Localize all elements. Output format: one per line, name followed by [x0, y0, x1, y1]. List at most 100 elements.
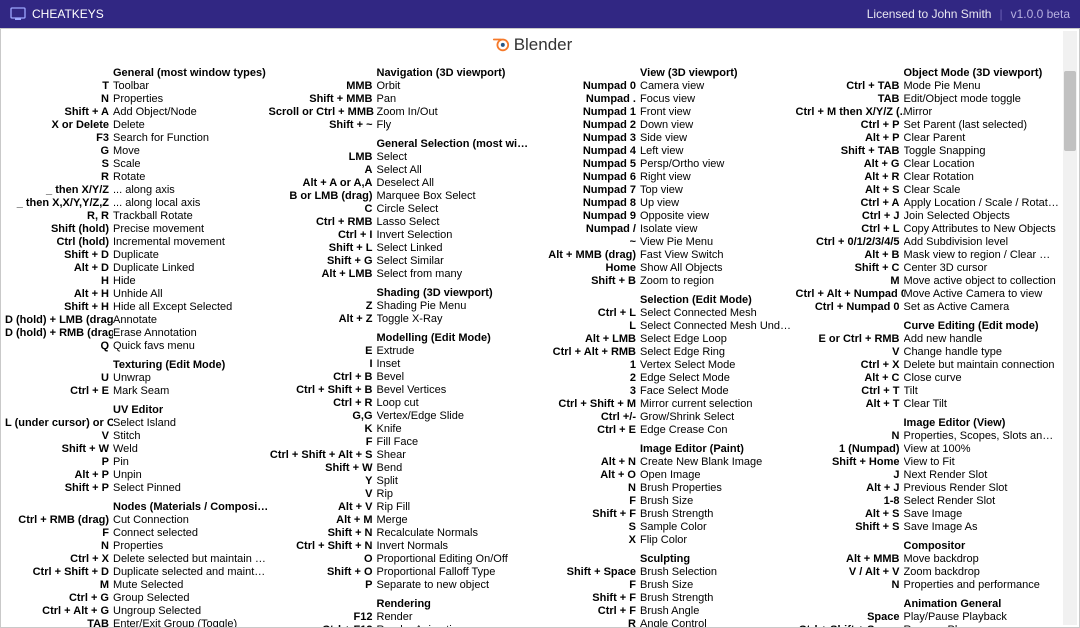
- scrollbar-thumb[interactable]: [1064, 71, 1076, 151]
- shortcut-row: _ then X,X/Y,Y/Z,Z... along local axis: [5, 197, 269, 210]
- column: Navigation (3D viewport)MMBOrbitShift + …: [269, 61, 533, 628]
- shortcut-row: OProportional Editing On/Off: [269, 553, 533, 566]
- shortcut-key: Shift + F: [532, 508, 640, 521]
- shortcut-row: Ctrl + IInvert Selection: [269, 229, 533, 242]
- shortcut-row: Alt + SSave Image: [796, 508, 1060, 521]
- shortcut-row: Ctrl + TABMode Pie Menu: [796, 80, 1060, 93]
- shortcut-description: Toggle Snapping: [904, 145, 1060, 158]
- shortcut-description: Previous Render Slot: [904, 482, 1060, 495]
- shortcut-row: NBrush Properties: [532, 482, 796, 495]
- shortcut-row: Ctrl + Alt + RMBSelect Edge Ring: [532, 346, 796, 359]
- shortcut-key: Ctrl + Shift + D: [5, 566, 113, 579]
- shortcut-row: Shift + TABToggle Snapping: [796, 145, 1060, 158]
- shortcut-description: Set as Active Camera: [904, 301, 1060, 314]
- shortcut-key: Alt + T: [796, 398, 904, 411]
- shortcut-key: Ctrl + RMB: [269, 216, 377, 229]
- shortcut-key: Ctrl + M then X/Y/Z (...: [796, 106, 904, 119]
- shortcut-key: Ctrl + X: [5, 553, 113, 566]
- shortcut-description: Duplicate selected and maintain con...: [113, 566, 269, 579]
- shortcut-key: E: [269, 345, 377, 358]
- shortcut-key: Ctrl + Alt + G: [5, 605, 113, 618]
- shortcut-description: Edit/Object mode toggle: [904, 93, 1060, 106]
- shortcut-key: Ctrl + F12: [269, 624, 377, 628]
- shortcut-row: Alt + TClear Tilt: [796, 398, 1060, 411]
- shortcut-row: Ctrl + Shift + Alt + SShear: [269, 449, 533, 462]
- shortcut-description: Edge Crease Con: [640, 424, 796, 437]
- shortcut-description: Cut Connection: [113, 514, 269, 527]
- shortcut-description: Vertex/Edge Slide: [377, 410, 533, 423]
- shortcut-key: U: [5, 372, 113, 385]
- shortcut-row: D (hold) + RMB (drag)Erase Annotation: [5, 327, 269, 340]
- shortcut-row: Ctrl + Shift + NInvert Normals: [269, 540, 533, 553]
- shortcut-key: Shift + O: [269, 566, 377, 579]
- shortcut-description: Hide all Except Selected: [113, 301, 269, 314]
- shortcut-key: Alt + H: [5, 288, 113, 301]
- section-title: Compositor: [904, 540, 1060, 552]
- shortcut-key: Ctrl + Shift + B: [269, 384, 377, 397]
- shortcut-row: Ctrl + BBevel: [269, 371, 533, 384]
- vertical-scrollbar[interactable]: [1063, 31, 1077, 625]
- shortcut-description: Face Select Mode: [640, 385, 796, 398]
- shortcut-row: Shift + GSelect Similar: [269, 255, 533, 268]
- shortcut-description: Invert Normals: [377, 540, 533, 553]
- shortcut-key: N: [796, 430, 904, 443]
- shortcut-row: Ctrl + GGroup Selected: [5, 592, 269, 605]
- shortcut-key: TAB: [796, 93, 904, 106]
- shortcut-key: Ctrl + I: [269, 229, 377, 242]
- shortcut-description: Mode Pie Menu: [904, 80, 1060, 93]
- shortcut-description: Mask view to region / Clear mask: [904, 249, 1060, 262]
- shortcut-key: V: [5, 430, 113, 443]
- app-name: CHEATKEYS: [32, 7, 104, 21]
- shortcut-row: Ctrl + XDelete selected but maintain con…: [5, 553, 269, 566]
- shortcut-description: Select Island: [113, 417, 269, 430]
- shortcut-key: F: [269, 436, 377, 449]
- section-title: View (3D viewport): [640, 67, 796, 79]
- shortcut-key: Ctrl + F: [532, 605, 640, 618]
- shortcut-row: Shift + WBend: [269, 462, 533, 475]
- shortcut-row: Shift + BZoom to region: [532, 275, 796, 288]
- shortcut-row: Shift + HomeView to Fit: [796, 456, 1060, 469]
- shortcut-key: Alt + V: [269, 501, 377, 514]
- shortcut-description: Clear Parent: [904, 132, 1060, 145]
- shortcut-key: TAB: [5, 618, 113, 628]
- shortcut-row: Ctrl + XDelete but maintain connection: [796, 359, 1060, 372]
- shortcut-description: Select Edge Loop: [640, 333, 796, 346]
- shortcut-key: Numpad /: [532, 223, 640, 236]
- shortcut-row: B or LMB (drag)Marquee Box Select: [269, 190, 533, 203]
- shortcut-key: Alt + N: [532, 456, 640, 469]
- shortcut-description: Rip: [377, 488, 533, 501]
- shortcut-description: Duplicate: [113, 249, 269, 262]
- shortcut-description: Camera view: [640, 80, 796, 93]
- shortcut-key: 1 (Numpad): [796, 443, 904, 456]
- shortcut-description: Select Connected Mesh Under Cursor: [640, 320, 796, 333]
- section-title: Modelling (Edit Mode): [377, 332, 533, 344]
- shortcut-description: Opposite view: [640, 210, 796, 223]
- shortcut-description: ... along axis: [113, 184, 269, 197]
- shortcut-description: Angle Control: [640, 618, 796, 628]
- shortcut-key: Alt + A or A,A: [269, 177, 377, 190]
- shortcut-description: Grow/Shrink Select: [640, 411, 796, 424]
- section-title: General Selection (most window types): [377, 138, 533, 150]
- shortcut-key: Ctrl + RMB (drag): [5, 514, 113, 527]
- shortcut-key: Ctrl + X: [796, 359, 904, 372]
- shortcut-description: Clear Scale: [904, 184, 1060, 197]
- shortcut-description: Deselect All: [377, 177, 533, 190]
- shortcut-description: Add new handle: [904, 333, 1060, 346]
- shortcut-key: Shift + MMB: [269, 93, 377, 106]
- shortcut-row: GMove: [5, 145, 269, 158]
- shortcut-row: Numpad 4Left view: [532, 145, 796, 158]
- shortcut-key: G,G: [269, 410, 377, 423]
- shortcut-row: Ctrl + LCopy Attributes to New Objects: [796, 223, 1060, 236]
- shortcut-description: Right view: [640, 171, 796, 184]
- shortcut-key: Shift + B: [532, 275, 640, 288]
- shortcut-row: UUnwrap: [5, 372, 269, 385]
- shortcut-description: Brush Strength: [640, 508, 796, 521]
- shortcut-description: Merge: [377, 514, 533, 527]
- shortcut-description: Delete but maintain connection: [904, 359, 1060, 372]
- shortcut-row: Ctrl + PSet Parent (last selected): [796, 119, 1060, 132]
- shortcut-key: Shift + P: [5, 482, 113, 495]
- shortcut-description: Next Render Slot: [904, 469, 1060, 482]
- shortcut-description: Select Linked: [377, 242, 533, 255]
- shortcut-description: Persp/Ortho view: [640, 158, 796, 171]
- shortcut-row: VChange handle type: [796, 346, 1060, 359]
